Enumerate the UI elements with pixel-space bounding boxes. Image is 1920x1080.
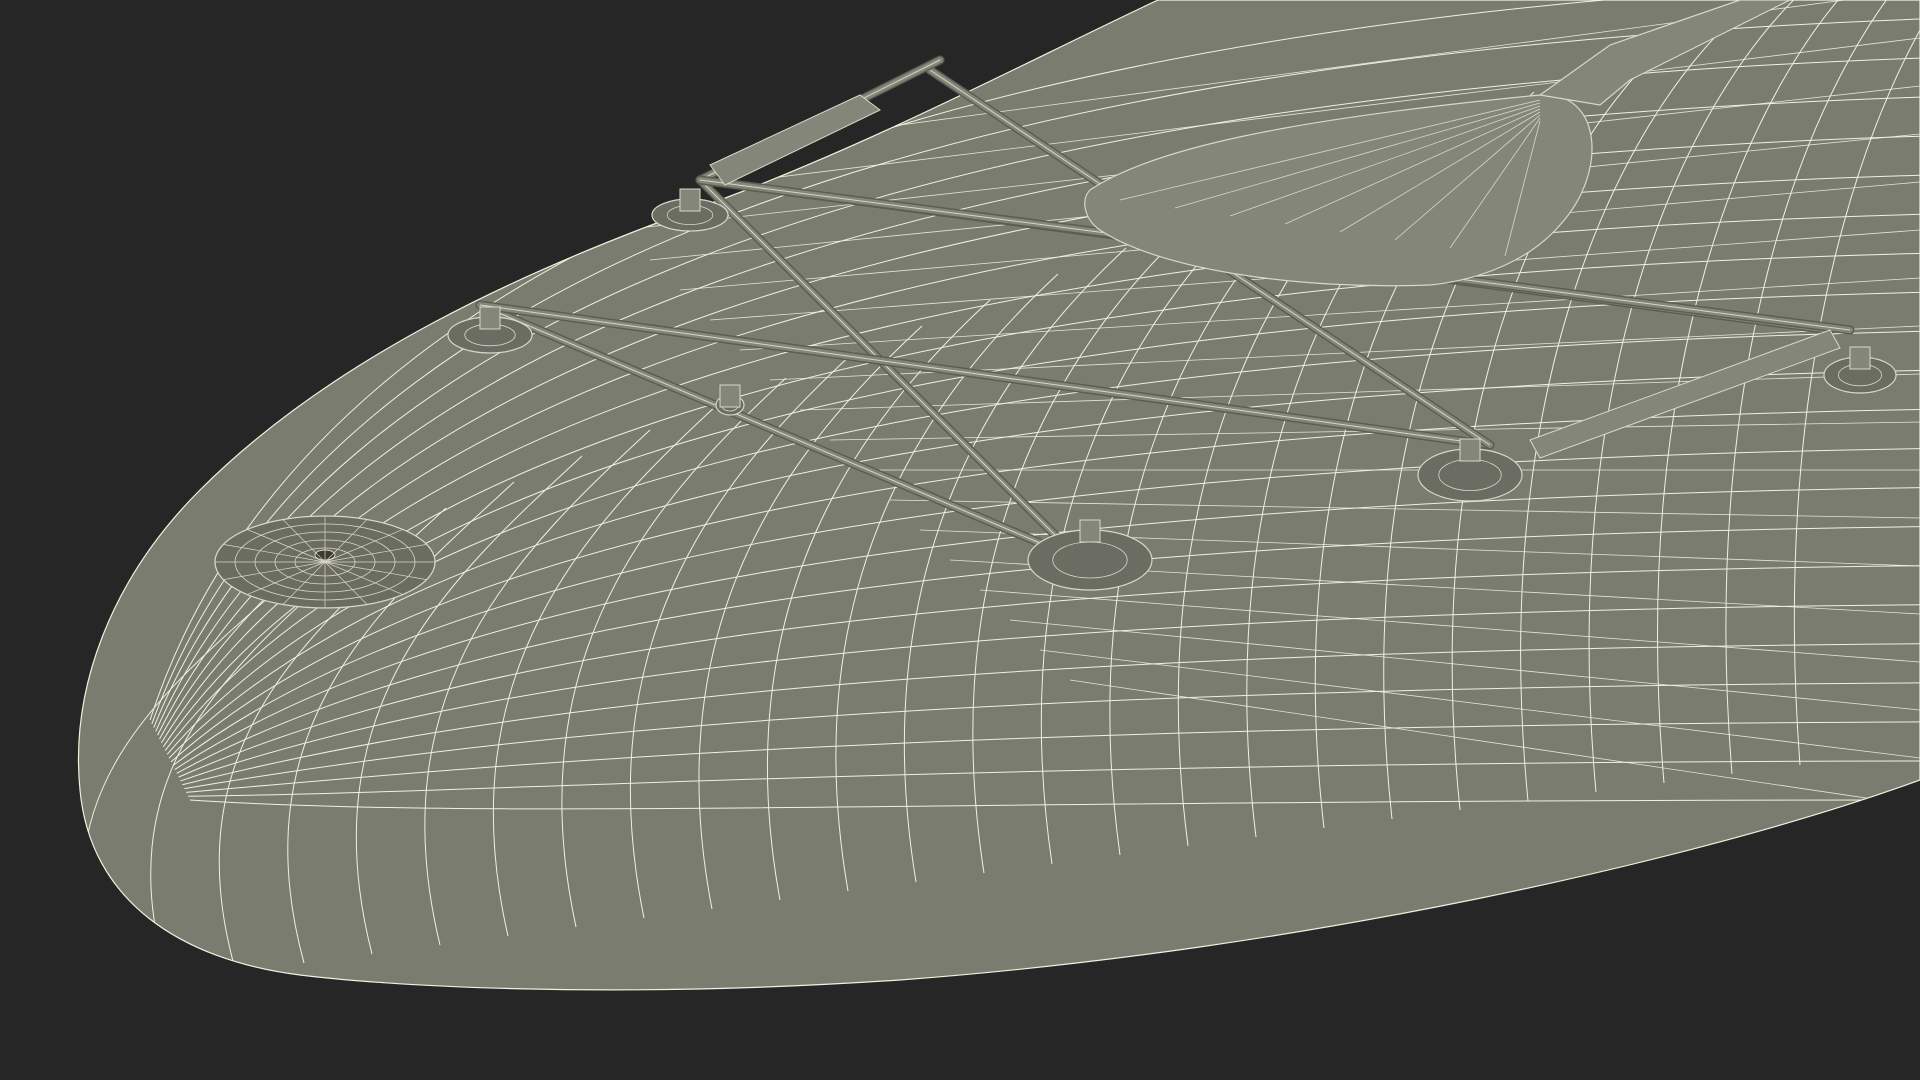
d-ring-loop [1079, 519, 1101, 543]
board-hull [78, 0, 1920, 990]
d-ring-loop [679, 188, 701, 212]
3d-viewport[interactable] [0, 0, 1920, 1080]
d-ring-loop [1459, 438, 1481, 462]
wireframe-render [77, 0, 1920, 991]
d-ring-loop [1849, 346, 1871, 370]
d-ring-loop [479, 306, 501, 330]
air-valve [214, 515, 436, 609]
d-ring-loop [719, 384, 741, 408]
